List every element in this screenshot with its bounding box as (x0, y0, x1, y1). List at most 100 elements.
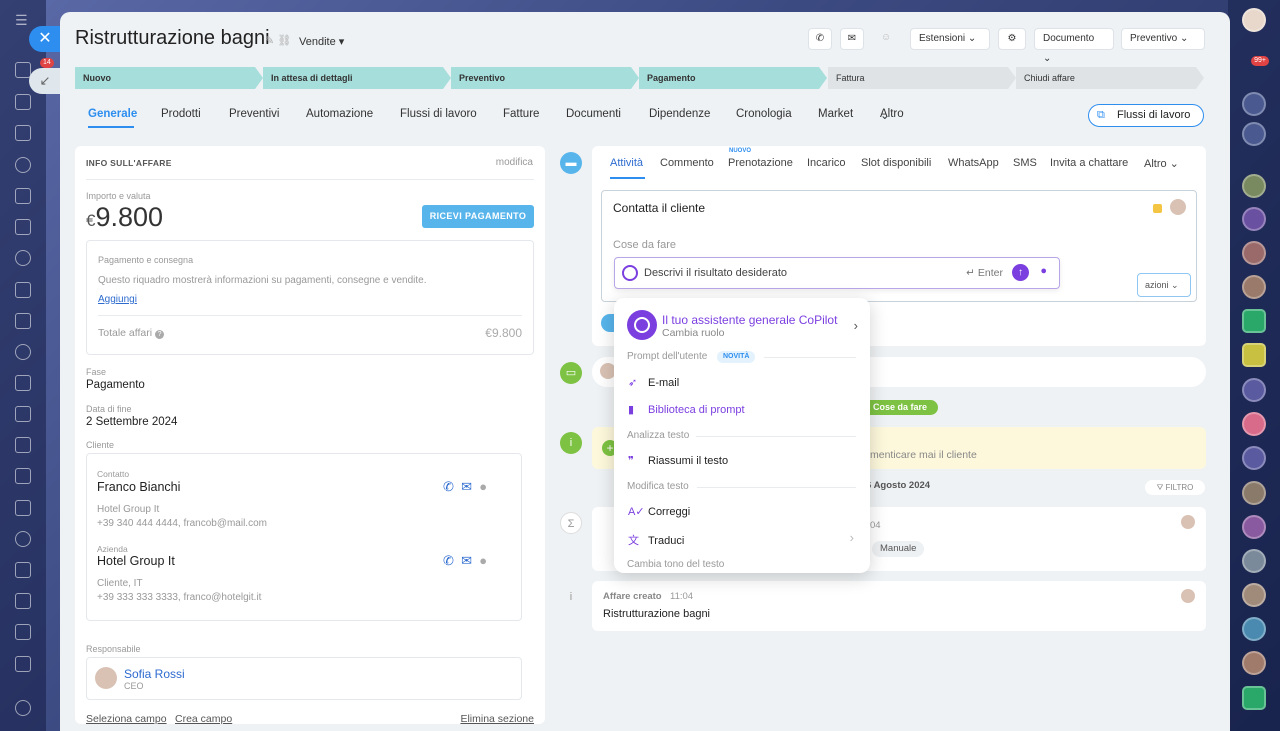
help-icon[interactable] (15, 344, 31, 360)
mail-icon[interactable]: ✉ (461, 553, 472, 568)
menu-item-email[interactable]: ➶ E-mail (628, 376, 679, 389)
responsible-name[interactable]: Sofia Rossi (124, 667, 185, 681)
document-icon[interactable] (15, 313, 31, 329)
add-link[interactable]: Aggiungi (98, 294, 137, 305)
receive-payment-button[interactable]: RICEVI PAGAMENTO (422, 205, 534, 228)
settings-icon[interactable]: ⚙ (998, 28, 1026, 50)
tab-quotes[interactable]: Preventivi (229, 108, 280, 120)
users-icon[interactable] (15, 531, 31, 547)
chat-icon[interactable]: ☺ (872, 28, 900, 50)
chat-icon[interactable] (15, 282, 31, 298)
file-icon[interactable] (15, 406, 31, 422)
create-field-link[interactable]: Crea campo (175, 713, 232, 725)
microphone-icon[interactable]: ● (1040, 265, 1047, 277)
tab-sms[interactable]: SMS (1013, 157, 1037, 169)
bag-icon[interactable] (15, 375, 31, 391)
workflows-button[interactable]: ⧉ Flussi di lavoro (1088, 104, 1204, 127)
tab-dependencies[interactable]: Dipendenze (649, 108, 710, 120)
edit-icon[interactable]: ✎ ⛓ (265, 34, 291, 47)
contact-avatar[interactable] (1242, 241, 1266, 265)
monitor-icon[interactable] (15, 437, 31, 453)
box-icon[interactable] (15, 656, 31, 672)
contact-avatar[interactable] (1242, 275, 1266, 299)
calendar-icon[interactable] (15, 94, 31, 110)
tab-products[interactable]: Prodotti (161, 108, 201, 120)
extensions-button[interactable]: Estensioni ⌄ (910, 28, 990, 50)
contact-avatar[interactable] (1242, 617, 1266, 641)
group-icon[interactable] (15, 624, 31, 640)
filter-button[interactable]: ⛛ FILTRO (1145, 480, 1205, 495)
cart-icon[interactable] (15, 188, 31, 204)
contact-avatar[interactable] (1242, 174, 1266, 198)
tab-slots[interactable]: Slot disponibili (861, 157, 931, 169)
pipeline-selector[interactable]: Vendite ▾ (299, 35, 344, 48)
menu-item-correct[interactable]: A✓ Correggi (628, 505, 690, 518)
close-icon[interactable]: ✕ (29, 26, 61, 52)
copilot-input[interactable]: Descrivi il risultato desiderato ↵ Enter… (614, 257, 1060, 289)
stage-close[interactable]: Chiudi affare (1016, 67, 1204, 89)
delete-section-link[interactable]: Elimina sezione (460, 713, 534, 725)
contact-avatar[interactable] (1242, 481, 1266, 505)
stage-quote[interactable]: Preventivo (451, 67, 639, 89)
menu-item-translate[interactable]: 文 Traduci (628, 532, 684, 548)
target-icon[interactable] (15, 157, 31, 173)
quote-button[interactable]: Preventivo ⌄ (1121, 28, 1205, 50)
tab-invoices[interactable]: Fatture (503, 108, 539, 120)
tab-automation[interactable]: Automazione (306, 108, 373, 120)
tab-more[interactable]: Altro ⌄ (1144, 157, 1179, 170)
edit-link[interactable]: modifica (496, 157, 533, 168)
contact-avatar[interactable] (1242, 549, 1266, 573)
chat-icon[interactable]: ● (479, 479, 487, 494)
filter-icon[interactable]: 14 (15, 58, 54, 78)
tab-whatsapp[interactable]: WhatsApp (948, 157, 999, 169)
chat-app-icon[interactable] (1242, 343, 1266, 367)
tab-booking[interactable]: Prenotazione (728, 157, 793, 169)
mail-icon[interactable]: ✉ (840, 28, 864, 50)
tab-market[interactable]: Market (818, 108, 853, 120)
tab-invite-chat[interactable]: Invita a chattare (1050, 157, 1128, 169)
mail-icon[interactable] (15, 500, 31, 516)
phone-icon[interactable]: ✆ (443, 553, 454, 568)
menu-icon[interactable]: ☰ (15, 12, 31, 28)
user-avatar[interactable] (1242, 8, 1266, 32)
tab-history[interactable]: Cronologia (736, 108, 792, 120)
tab-activity[interactable]: Attività (610, 157, 643, 169)
copilot-title[interactable]: Il tuo assistente generale CoPilot (662, 313, 837, 327)
sync-icon[interactable] (15, 250, 31, 266)
menu-item-prompt-library[interactable]: ▮ Biblioteca di prompt (628, 403, 745, 416)
bell-icon[interactable]: 99+ (1242, 56, 1269, 84)
chevron-right-icon[interactable]: › (854, 318, 858, 333)
copilot-icon[interactable] (1242, 92, 1266, 116)
phone-icon[interactable]: ✆ (808, 28, 832, 50)
stage-new[interactable]: Nuovo (75, 67, 263, 89)
change-role[interactable]: Cambia ruolo (662, 327, 724, 339)
card-icon[interactable] (15, 468, 31, 484)
contact-avatar[interactable] (1242, 207, 1266, 231)
contact-avatar[interactable] (1242, 378, 1266, 402)
phone-icon[interactable]: ✆ (443, 479, 454, 494)
contact-avatar[interactable] (1242, 412, 1266, 436)
tab-documents[interactable]: Documenti (566, 108, 621, 120)
tab-more[interactable]: Altro ⌄ (880, 108, 904, 122)
send-icon[interactable]: ↑ (1012, 264, 1029, 281)
select-field-link[interactable]: Seleziona campo (86, 713, 167, 725)
minimize-icon[interactable]: ↙ (29, 68, 61, 94)
menu-item-summarize[interactable]: ❞ Riassumi il testo (628, 454, 728, 467)
tab-workflows[interactable]: Flussi di lavoro (400, 108, 477, 120)
analytics-icon[interactable] (15, 562, 31, 578)
stage-payment[interactable]: Pagamento (639, 67, 827, 89)
contact-avatar[interactable] (1242, 651, 1266, 675)
app-icon[interactable] (1242, 686, 1266, 710)
chat-icon[interactable]: ● (479, 553, 487, 568)
search-chat-icon[interactable] (1242, 122, 1266, 146)
document-button[interactable]: Documento ⌄ (1034, 28, 1114, 64)
tab-comment[interactable]: Commento (660, 157, 714, 169)
actions-button[interactable]: azioni ⌄ (1137, 273, 1191, 297)
stage-waiting[interactable]: In attesa di dettagli (263, 67, 451, 89)
stage-invoice[interactable]: Fattura (828, 67, 1016, 89)
inbox-icon[interactable] (15, 593, 31, 609)
task-title[interactable]: Contatta il cliente (613, 201, 705, 215)
tab-general[interactable]: Generale (88, 108, 137, 120)
company-name[interactable]: Hotel Group It (97, 554, 175, 568)
contact-avatar[interactable] (1242, 515, 1266, 539)
